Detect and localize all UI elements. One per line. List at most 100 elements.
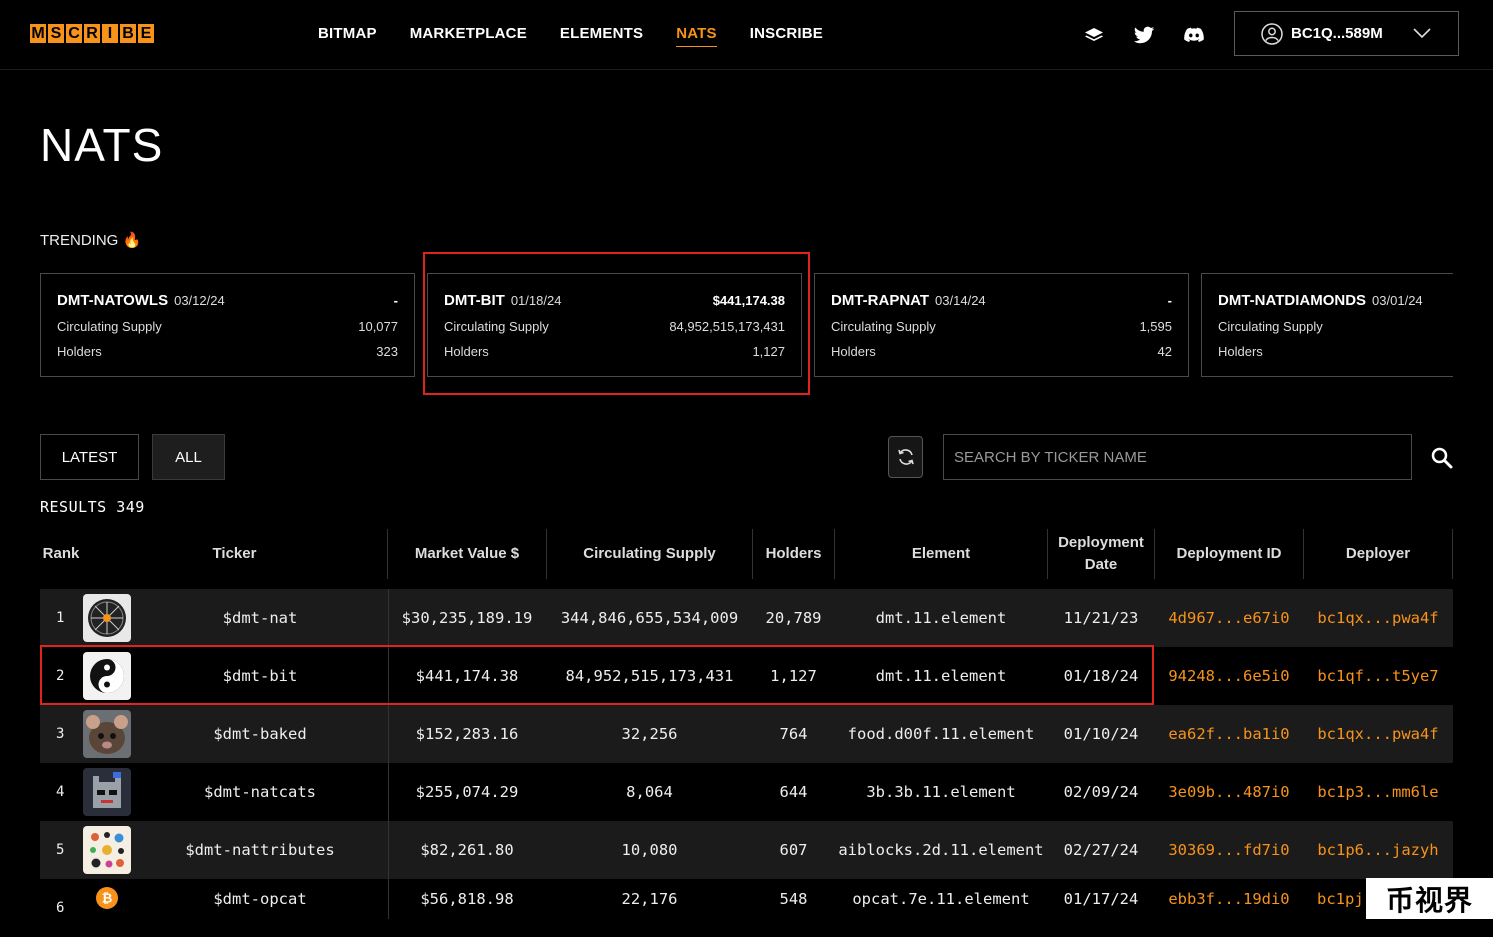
cell-deployment-id[interactable]: 4d967...e67i0 [1155, 589, 1303, 647]
cell-rank: 3 [56, 726, 65, 742]
cell-deployer[interactable]: bc1p3...mm6le [1304, 763, 1452, 821]
cell-element: dmt.11.element [875, 667, 1007, 685]
cell-element: opcat.7e.11.element [852, 890, 1030, 908]
cell-supply: 344,846,655,534,009 [560, 609, 739, 627]
cell-market-value: $152,283.16 [415, 725, 519, 743]
col-market-value[interactable]: Market Value $ [388, 529, 547, 579]
supply-value: 10,077 [358, 319, 398, 334]
wallet-address: BC1Q...589M [1291, 25, 1383, 42]
cell-ticker[interactable]: $dmt-baked [170, 705, 350, 763]
cell-rank: 6 [56, 900, 65, 916]
cell-deployment-id[interactable]: 3e09b...487i0 [1155, 763, 1303, 821]
holders-label: Holders [1218, 344, 1263, 359]
col-deployment-id[interactable]: Deployment ID [1155, 529, 1304, 579]
logo-letter: M [30, 24, 46, 43]
wallet-button[interactable]: BC1Q...589M [1234, 11, 1459, 56]
search-input[interactable] [943, 434, 1412, 480]
main-nav: BITMAP MARKETPLACE ELEMENTS NATS INSCRIB… [318, 25, 856, 47]
cell-deployment-id[interactable]: 30369...fd7i0 [1155, 821, 1303, 879]
cell-holders: 607 [779, 841, 808, 859]
col-deployment-date[interactable]: Deployment Date [1048, 529, 1155, 579]
mscribe-logo[interactable]: M S C R I B E [30, 24, 154, 43]
holders-label: Holders [444, 344, 489, 359]
cell-ticker[interactable]: $dmt-natcats [170, 763, 350, 821]
card-ticker: DMT-RAPNAT [831, 292, 930, 309]
cell-market-value: $441,174.38 [415, 667, 519, 685]
col-deployer[interactable]: Deployer [1304, 529, 1453, 579]
cell-rank: 5 [56, 842, 65, 858]
cell-ticker[interactable]: $dmt-nat [170, 589, 350, 647]
table-row[interactable]: 1 $dmt-nat $30,235,189.19 344,846,655,53… [40, 589, 1453, 647]
logo-letter: E [138, 24, 154, 43]
nav-nats[interactable]: NATS [676, 25, 717, 47]
supply-value: 1,595 [1139, 319, 1172, 334]
cell-date: 02/27/24 [1063, 841, 1139, 859]
table-row[interactable]: 6 ₿ $dmt-opcat $56,818.98 22,176 548 opc… [40, 879, 1453, 937]
cell-deployment-id[interactable]: 94248...6e5i0 [1155, 647, 1303, 705]
col-element[interactable]: Element [835, 529, 1048, 579]
cell-date: 01/17/24 [1063, 890, 1139, 908]
nav-marketplace[interactable]: MARKETPLACE [410, 25, 527, 47]
cell-rank: 1 [56, 610, 65, 626]
cell-deployer[interactable]: bc1qx...pwa4f [1304, 705, 1452, 763]
trending-label: TRENDING 🔥 [40, 232, 142, 249]
table-row[interactable]: 2 $dmt-bit $441,174.38 84,952,515,173,43… [40, 647, 1453, 705]
discord-icon[interactable] [1183, 24, 1205, 46]
cell-deployment-id[interactable]: ebb3f...19di0 [1155, 879, 1303, 919]
refresh-button[interactable] [888, 436, 923, 478]
search-icon[interactable] [1430, 446, 1454, 470]
card-date: 01/18/24 [510, 293, 562, 308]
cell-rank: 2 [56, 668, 65, 684]
trending-card[interactable]: DMT-NATOWLS 03/12/24 - Circulating Supply 1… [40, 273, 415, 377]
nav-inscribe[interactable]: INSCRIBE [750, 25, 823, 47]
supply-label: Circulating Supply [444, 319, 549, 334]
cell-ticker[interactable]: $dmt-opcat [170, 879, 350, 919]
cell-deployment-id[interactable]: ea62f...ba1i0 [1155, 705, 1303, 763]
twitter-icon[interactable] [1133, 24, 1155, 46]
supply-value: 84,952,515,173,431 [669, 319, 785, 334]
cell-holders: 764 [779, 725, 808, 743]
cell-market-value: $30,235,189.19 [401, 609, 533, 627]
nav-elements[interactable]: ELEMENTS [560, 25, 643, 47]
rodent-avatar [83, 710, 131, 758]
results-number: 349 [116, 498, 145, 516]
cell-ticker[interactable]: $dmt-bit [170, 647, 350, 705]
card-date: 03/01/24 [1372, 293, 1423, 308]
cell-element: 3b.3b.11.element [866, 783, 1016, 801]
supply-label: Circulating Supply [57, 319, 162, 334]
tab-latest[interactable]: LATEST [40, 434, 139, 480]
card-ticker: DMT-BIT [444, 292, 505, 309]
holders-label: Holders [57, 344, 102, 359]
bitcoin-avatar: ₿ [95, 886, 119, 910]
table-row[interactable]: 3 $dmt-baked $152,283.16 32,256 764 food… [40, 705, 1453, 763]
cell-supply: 22,176 [621, 890, 678, 908]
cell-element: food.d00f.11.element [847, 725, 1035, 743]
col-ticker[interactable]: Ticker [82, 529, 388, 579]
trending-carousel: DMT-NATOWLS 03/12/24 - Circulating Supply 1… [40, 273, 1453, 378]
cell-date: 01/18/24 [1063, 667, 1139, 685]
col-rank[interactable]: Rank [40, 529, 82, 579]
cell-deployer[interactable]: bc1p6...jazyh [1304, 821, 1452, 879]
tab-all[interactable]: ALL [152, 434, 225, 480]
cell-supply: 32,256 [621, 725, 678, 743]
watermark: 币视界 [1366, 878, 1493, 919]
cell-ticker[interactable]: $dmt-nattributes [170, 821, 350, 879]
holders-value: 42 [1157, 344, 1172, 359]
stack-icon[interactable] [1083, 24, 1105, 46]
cell-date: 11/21/23 [1063, 609, 1139, 627]
table-row[interactable]: 5 $dmt-nattributes $82,261.80 10,080 607… [40, 821, 1453, 879]
trending-card[interactable]: DMT-NATDIAMONDS 03/01/24 Circulating Supp… [1201, 273, 1453, 377]
table-row[interactable]: 4 $dmt-natcats $255,074.29 8,064 644 3b.… [40, 763, 1453, 821]
supply-label: Circulating Supply [1218, 319, 1323, 334]
cell-deployer[interactable]: bc1qx...pwa4f [1304, 589, 1452, 647]
nat-avatar [83, 594, 131, 642]
cell-deployer[interactable]: bc1qf...t5ye7 [1304, 647, 1452, 705]
cell-holders: 20,789 [765, 609, 822, 627]
col-holders[interactable]: Holders [753, 529, 835, 579]
trending-card[interactable]: DMT-BIT 01/18/24 $441,174.38 Circulating S… [427, 273, 802, 377]
dots-avatar [83, 826, 131, 874]
trending-card[interactable]: DMT-RAPNAT 03/14/24 - Circulating Supply 1,… [814, 273, 1189, 377]
card-value: - [393, 293, 398, 308]
nav-bitmap[interactable]: BITMAP [318, 25, 377, 47]
col-circulating-supply[interactable]: Circulating Supply [547, 529, 753, 579]
